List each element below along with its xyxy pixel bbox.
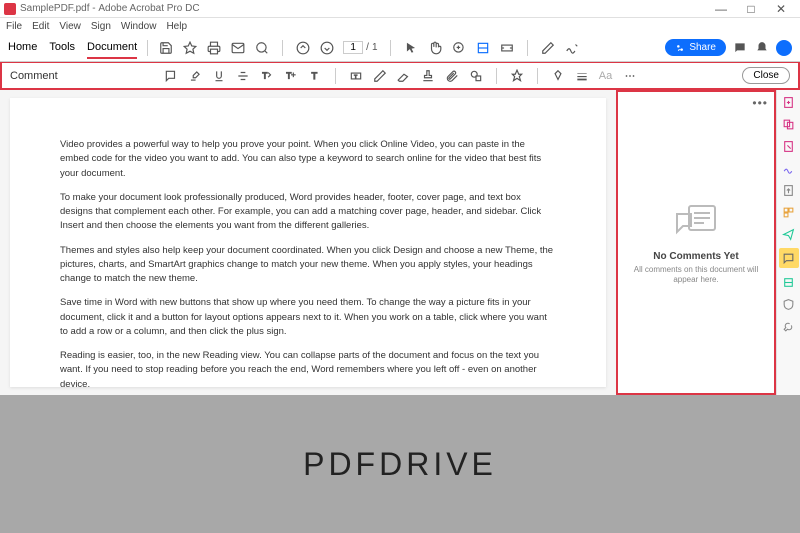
rail-combine-icon[interactable] (781, 116, 797, 132)
replace-text-icon[interactable]: T (259, 68, 275, 84)
line-weight-icon[interactable] (574, 68, 590, 84)
menu-view[interactable]: View (59, 21, 81, 32)
insert-text-icon[interactable]: T (283, 68, 299, 84)
more-icon[interactable] (622, 68, 638, 84)
page-up-icon[interactable] (295, 40, 311, 56)
pdf-page: Video provides a powerful way to help yo… (10, 98, 606, 387)
menu-sign[interactable]: Sign (91, 21, 111, 32)
rail-protect-icon[interactable] (781, 296, 797, 312)
top-toolbar: Home Tools Document / 1 (0, 34, 800, 62)
fit-page-icon[interactable] (475, 40, 491, 56)
pin-icon[interactable] (509, 68, 525, 84)
menubar: File Edit View Sign Window Help (0, 18, 800, 34)
current-page-input[interactable] (343, 41, 363, 54)
paragraph: Save time in Word with new buttons that … (60, 296, 556, 339)
rail-more-tools-icon[interactable] (781, 318, 797, 334)
font-size-icon[interactable]: Aa (598, 68, 614, 84)
sign-icon[interactable] (564, 40, 580, 56)
svg-text:T: T (286, 71, 291, 80)
rail-scan-icon[interactable] (781, 274, 797, 290)
page-indicator: / 1 (343, 41, 377, 54)
empty-comments-icon (671, 200, 721, 243)
paragraph: To make your document look professionall… (60, 191, 556, 234)
comment-label: Comment (10, 70, 58, 82)
tab-home[interactable]: Home (8, 37, 37, 59)
rail-send-icon[interactable] (781, 226, 797, 242)
attach-icon[interactable] (444, 68, 460, 84)
rail-edit-pdf-icon[interactable] (781, 138, 797, 154)
titlebar: SamplePDF.pdf - Adobe Acrobat Pro DC — □… (0, 0, 800, 18)
sticky-note-icon[interactable] (163, 68, 179, 84)
panel-menu-icon[interactable]: ••• (752, 96, 768, 110)
brand-label: PDFDRIVE (303, 446, 497, 483)
tab-tools[interactable]: Tools (49, 37, 75, 59)
mail-icon[interactable] (230, 40, 246, 56)
menu-file[interactable]: File (6, 21, 22, 32)
print-icon[interactable] (206, 40, 222, 56)
window-title-file: SamplePDF.pdf (20, 3, 89, 14)
svg-text:T: T (311, 70, 317, 80)
share-button[interactable]: Share (665, 39, 726, 56)
pointer-icon[interactable] (403, 40, 419, 56)
pencil-icon[interactable] (372, 68, 388, 84)
comments-panel: ••• No Comments Yet All comments on this… (616, 90, 776, 395)
search-icon[interactable] (254, 40, 270, 56)
underline-icon[interactable] (211, 68, 227, 84)
hand-icon[interactable] (427, 40, 443, 56)
save-icon[interactable] (158, 40, 174, 56)
rail-sign-icon[interactable] (781, 160, 797, 176)
svg-text:T: T (354, 73, 357, 78)
text-comment-icon[interactable]: T (307, 68, 323, 84)
highlight-icon[interactable] (187, 68, 203, 84)
rail-create-pdf-icon[interactable] (781, 94, 797, 110)
fit-width-icon[interactable] (499, 40, 515, 56)
textbox-icon[interactable]: T (348, 68, 364, 84)
strikethrough-icon[interactable] (235, 68, 251, 84)
comment-toolbar: Comment T T T T Aa Close (0, 62, 800, 90)
tab-document[interactable]: Document (87, 37, 137, 59)
eraser-icon[interactable] (396, 68, 412, 84)
bell-icon[interactable] (754, 40, 770, 56)
paragraph: Reading is easier, too, in the new Readi… (60, 349, 556, 392)
total-pages: 1 (372, 42, 378, 53)
shapes-icon[interactable] (468, 68, 484, 84)
close-comment-button[interactable]: Close (742, 67, 790, 84)
maximize-button[interactable]: □ (736, 2, 766, 16)
edit-icon[interactable] (540, 40, 556, 56)
menu-window[interactable]: Window (121, 21, 157, 32)
paragraph: Video provides a powerful way to help yo… (60, 138, 556, 181)
rail-export-icon[interactable] (781, 182, 797, 198)
rail-comment-icon[interactable] (779, 248, 799, 268)
stamp-icon[interactable] (420, 68, 436, 84)
rail-organize-icon[interactable] (781, 204, 797, 220)
minimize-button[interactable]: — (706, 2, 736, 16)
zoom-icon[interactable] (451, 40, 467, 56)
star-icon[interactable] (182, 40, 198, 56)
empty-comments-title: No Comments Yet (653, 251, 738, 262)
window-title-app: Adobe Acrobat Pro DC (98, 3, 199, 14)
menu-edit[interactable]: Edit (32, 21, 49, 32)
paragraph: Themes and styles also help keep your do… (60, 244, 556, 287)
empty-comments-subtitle: All comments on this document will appea… (628, 265, 764, 286)
svg-text:T: T (262, 71, 267, 80)
chat-icon[interactable] (732, 40, 748, 56)
color-icon[interactable] (550, 68, 566, 84)
user-avatar[interactable] (776, 40, 792, 56)
page-down-icon[interactable] (319, 40, 335, 56)
footer: PDFDRIVE (0, 395, 800, 533)
document-viewport[interactable]: Video provides a powerful way to help yo… (0, 90, 616, 395)
close-window-button[interactable]: ✕ (766, 2, 796, 16)
tools-rail (776, 90, 800, 395)
share-icon (675, 43, 685, 53)
app-icon (4, 3, 16, 15)
menu-help[interactable]: Help (166, 21, 187, 32)
